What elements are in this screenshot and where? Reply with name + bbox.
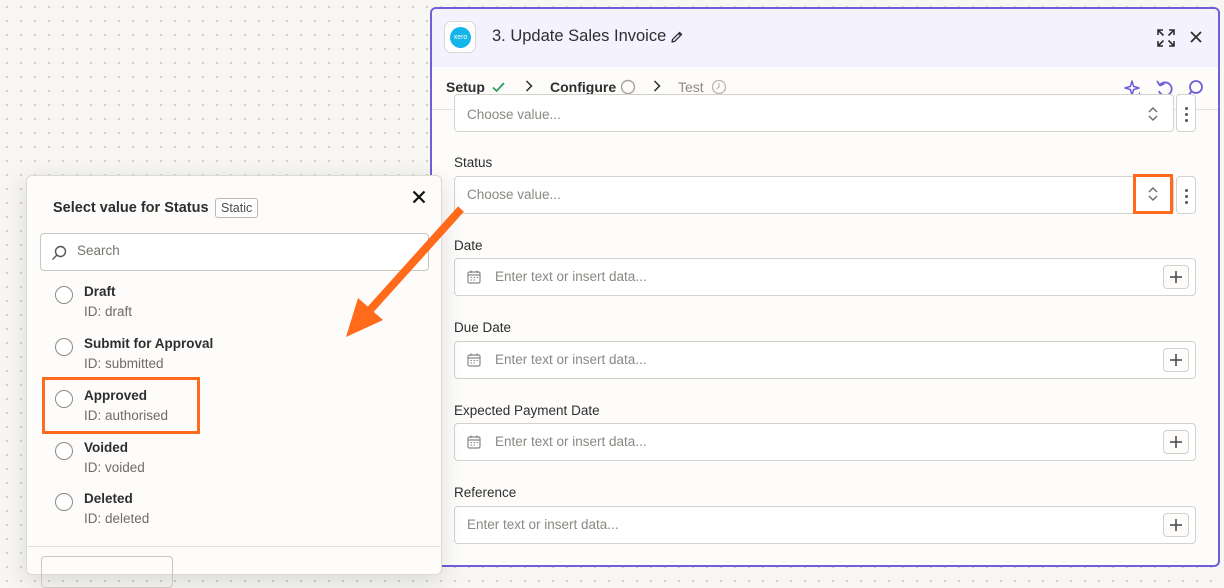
popover-footer-button[interactable] — [41, 556, 173, 588]
annotation-arrow — [346, 206, 464, 337]
